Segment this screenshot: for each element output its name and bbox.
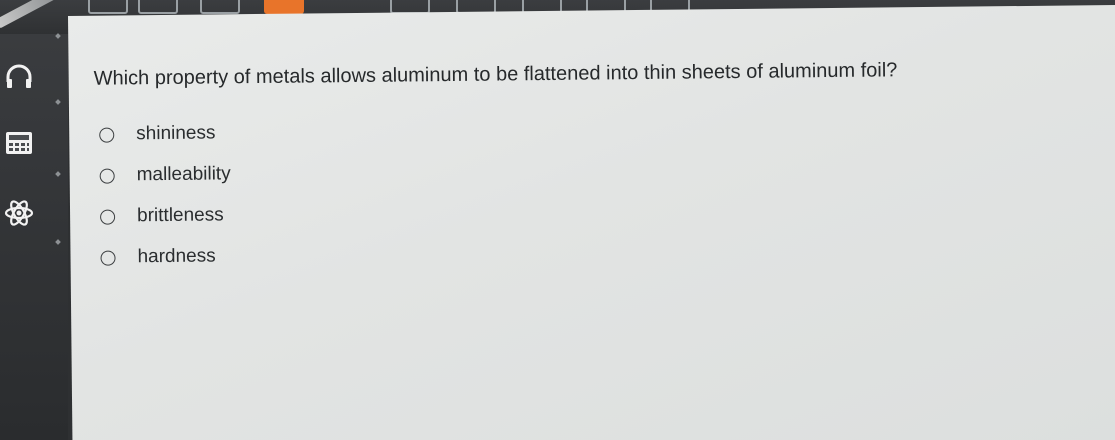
question-panel: Which property of metals allows aluminum… xyxy=(68,4,1115,440)
radio-button[interactable] xyxy=(99,127,115,143)
divider-mark xyxy=(55,99,61,105)
answer-option[interactable]: brittleness xyxy=(100,202,224,229)
answer-option[interactable]: shininess xyxy=(99,120,216,147)
option-label: hardness xyxy=(137,245,216,268)
question-tab-1[interactable]: 1 xyxy=(88,0,128,14)
divider-mark xyxy=(55,171,61,177)
option-label: brittleness xyxy=(136,204,224,227)
tools-sidebar xyxy=(0,33,68,440)
question-text: Which property of metals allows aluminum… xyxy=(93,59,898,90)
divider-mark xyxy=(55,239,61,245)
answer-option[interactable]: hardness xyxy=(100,243,216,270)
option-label: shininess xyxy=(136,122,216,145)
radio-button[interactable] xyxy=(100,209,116,225)
headphones-icon[interactable] xyxy=(4,64,34,90)
radio-button[interactable] xyxy=(100,250,116,266)
question-tab-4[interactable]: 4 xyxy=(264,0,304,14)
quiz-screen: 1 2 3 4 xyxy=(0,0,1115,440)
question-tab-3[interactable]: 3 xyxy=(200,0,240,14)
radio-button[interactable] xyxy=(99,168,115,184)
answer-option[interactable]: malleability xyxy=(99,161,231,188)
pencil-icon[interactable] xyxy=(0,0,57,29)
divider-mark xyxy=(55,33,61,39)
option-label: malleability xyxy=(136,163,231,186)
calculator-icon[interactable] xyxy=(4,130,34,156)
atom-icon[interactable] xyxy=(4,200,34,226)
question-tab-2[interactable]: 2 xyxy=(138,0,178,14)
